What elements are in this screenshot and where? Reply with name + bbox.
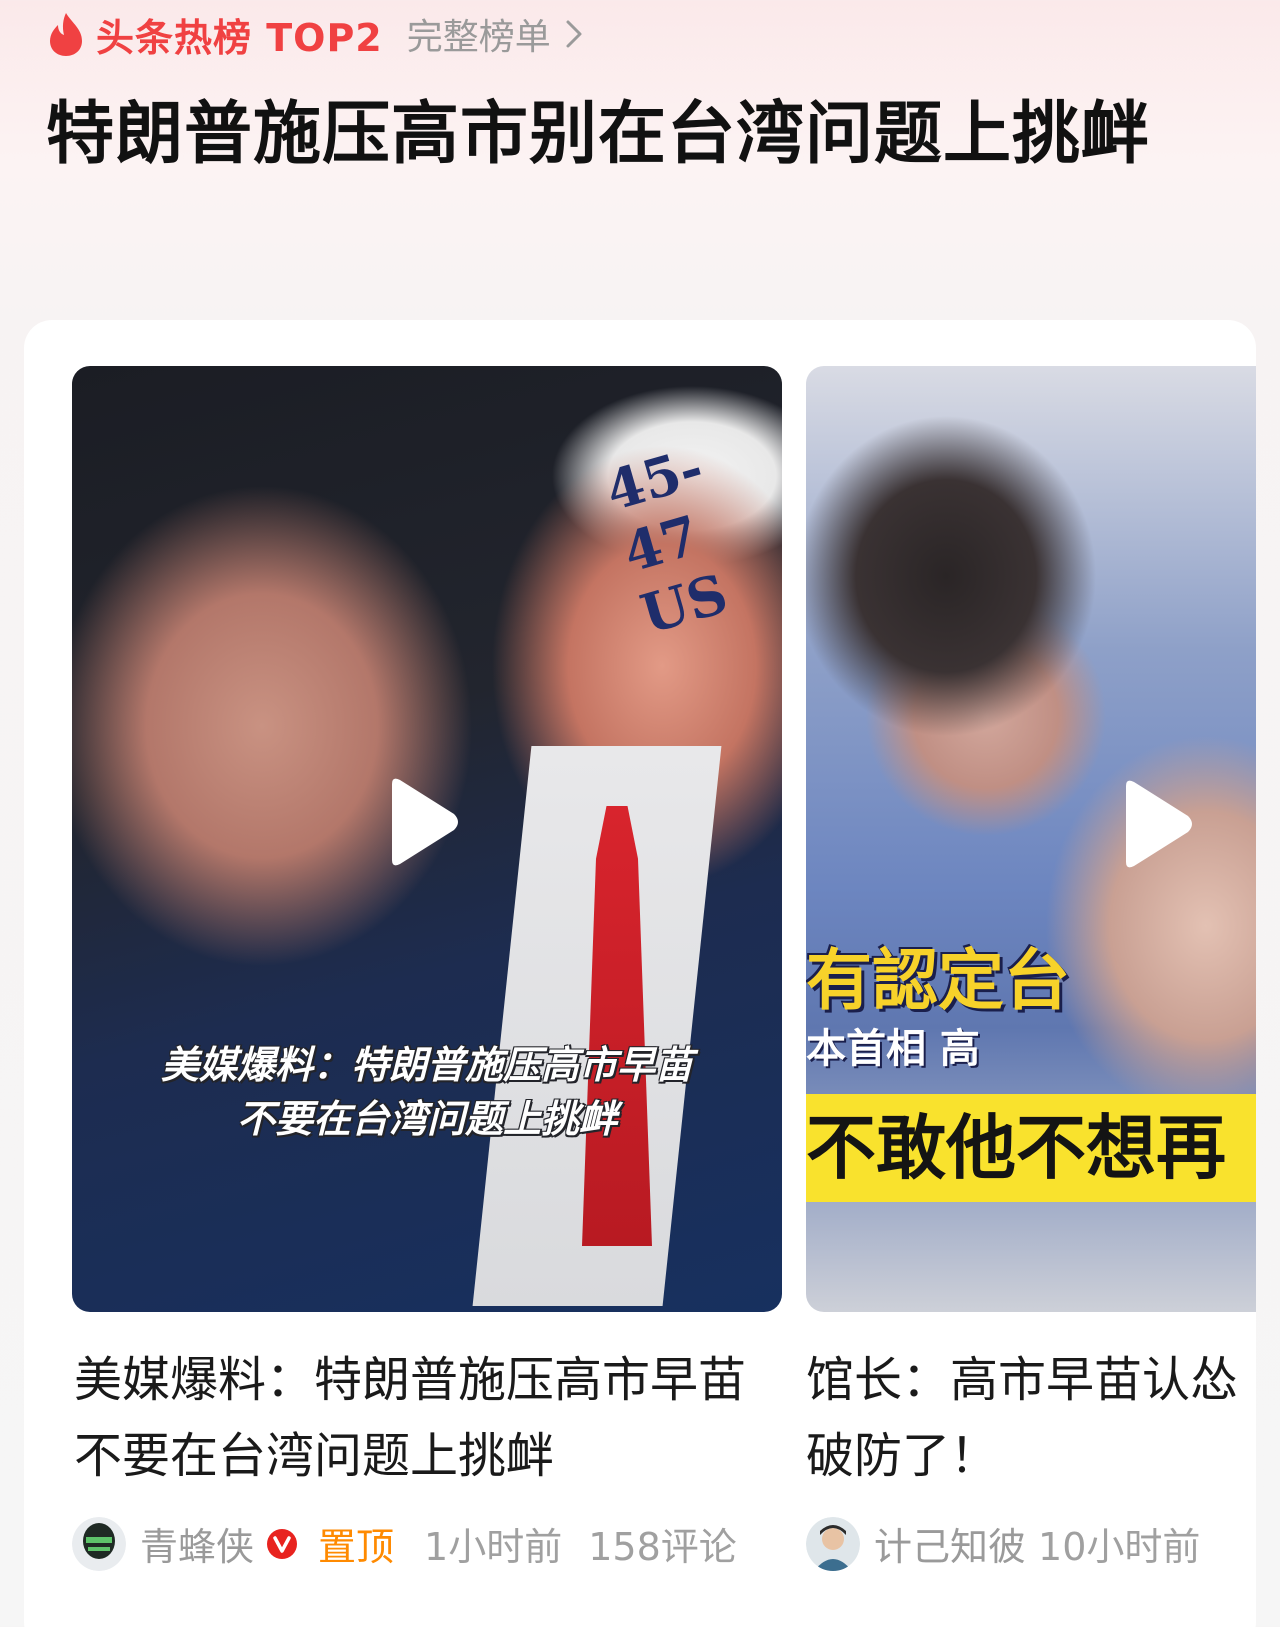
video-card[interactable]: 45-47 US 美媒爆料：特朗普施压高市早苗 不要在台湾问题上挑衅 美媒爆料：… — [72, 366, 782, 1571]
thumbnail-subtitle: 有認定台 — [806, 942, 1070, 1019]
avatar[interactable] — [72, 1516, 126, 1571]
hot-topic-title[interactable]: 特朗普施压高市别在台湾问题上挑衅 — [46, 86, 1236, 184]
pinned-tag: 置顶 — [318, 1525, 395, 1569]
video-carousel[interactable]: 45-47 US 美媒爆料：特朗普施压高市早苗 不要在台湾问题上挑衅 美媒爆料：… — [24, 320, 1256, 1627]
publish-time: 10小时前 — [1038, 1525, 1201, 1569]
video-card[interactable]: 有認定台 本首相 高 不敢他不想再 馆长：高市早苗认怂破防了！ 计己知彼 10小… — [806, 366, 1256, 1571]
thumbnail-subtitle: 本首相 高 — [806, 1026, 980, 1072]
thumbnail-caption: 美媒爆料：特朗普施压高市早苗 不要在台湾问题上挑衅 — [72, 1038, 782, 1146]
thumbnail-subtitle: 不敢他不想再 — [806, 1094, 1256, 1202]
video-title[interactable]: 美媒爆料：特朗普施压高市早苗不要在台湾问题上挑衅 — [72, 1342, 782, 1494]
author-name[interactable]: 计己知彼 — [874, 1516, 1026, 1571]
full-list-label: 完整榜单 — [406, 17, 551, 58]
verified-badge-icon — [267, 1528, 298, 1559]
hot-list-header: 头条热榜 TOP2 完整榜单 — [46, 8, 585, 60]
video-meta: 计己知彼 10小时前 — [806, 1516, 1256, 1571]
chevron-right-icon — [566, 20, 582, 48]
comment-count[interactable]: 158评论 — [588, 1516, 737, 1571]
video-meta: 青蜂侠 置顶 1小时前 158评论 — [72, 1516, 782, 1571]
video-thumbnail[interactable]: 45-47 US 美媒爆料：特朗普施压高市早苗 不要在台湾问题上挑衅 — [72, 366, 782, 1312]
play-icon[interactable] — [1114, 776, 1196, 872]
thumbnail-caption-line: 美媒爆料：特朗普施压高市早苗 — [160, 1043, 693, 1087]
hot-rank-badge: 头条热榜 TOP2 — [96, 15, 383, 60]
avatar[interactable] — [806, 1516, 860, 1571]
publish-time: 1小时前 — [424, 1525, 563, 1569]
thumbnail-cap-text: 45-47 US — [598, 434, 735, 647]
author-name[interactable]: 青蜂侠 — [140, 1516, 254, 1571]
play-icon[interactable] — [380, 774, 462, 870]
video-thumbnail[interactable]: 有認定台 本首相 高 不敢他不想再 — [806, 366, 1256, 1312]
full-list-link[interactable]: 完整榜单 — [407, 8, 585, 60]
video-title[interactable]: 馆长：高市早苗认怂破防了！ — [806, 1342, 1256, 1494]
flame-icon — [50, 13, 82, 56]
thumbnail-caption-line: 不要在台湾问题上挑衅 — [236, 1097, 617, 1141]
